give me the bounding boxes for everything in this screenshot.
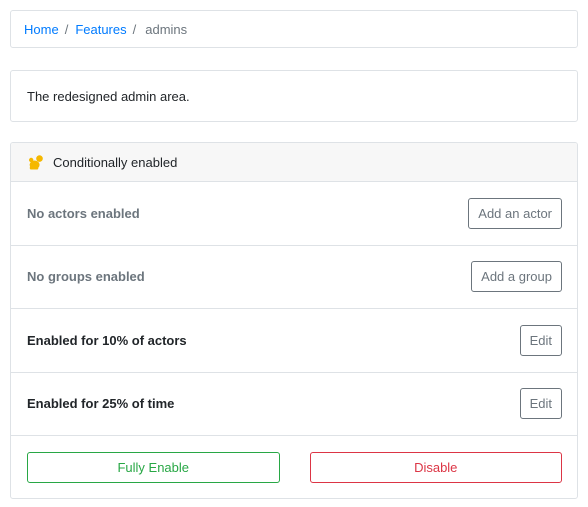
breadcrumb-features-link[interactable]: Features	[75, 22, 126, 37]
gate-actions: Fully Enable Disable	[11, 436, 577, 498]
edit-percentage-of-actors-button[interactable]: Edit	[519, 324, 562, 356]
gates-card-header: Conditionally enabled	[11, 143, 577, 182]
percentage-of-time-row: Enabled for 25% of time Edit	[11, 373, 577, 436]
feature-description: The redesigned admin area.	[27, 88, 190, 104]
breadcrumb-current: admins	[145, 21, 188, 37]
gates-card: Conditionally enabled No actors enabled …	[10, 142, 578, 499]
add-group-button[interactable]: Add a group	[471, 261, 562, 293]
breadcrumb-separator: /	[132, 21, 137, 37]
edit-percentage-of-time-button[interactable]: Edit	[519, 388, 562, 420]
gate-status-title: Conditionally enabled	[53, 154, 178, 170]
disable-button[interactable]: Disable	[309, 452, 562, 483]
groups-row: No groups enabled Add a group	[11, 246, 577, 309]
groups-status-label: No groups enabled	[27, 269, 145, 285]
actors-status-label: No actors enabled	[27, 205, 140, 221]
percentage-of-actors-row: Enabled for 10% of actors Edit	[11, 309, 577, 373]
page: Home / Features / admins The redesigned …	[0, 0, 588, 507]
percentage-of-actors-label: Enabled for 10% of actors	[27, 332, 187, 348]
fully-enable-button[interactable]: Fully Enable	[27, 452, 280, 483]
add-actor-button[interactable]: Add an actor	[468, 197, 562, 229]
breadcrumb: Home / Features / admins	[10, 10, 578, 48]
feature-description-card: The redesigned admin area.	[10, 70, 578, 122]
breadcrumb-separator: /	[64, 21, 69, 37]
breadcrumb-home-link[interactable]: Home	[24, 22, 59, 37]
squirrel-icon	[27, 153, 45, 171]
percentage-of-time-label: Enabled for 25% of time	[27, 396, 175, 412]
actors-row: No actors enabled Add an actor	[11, 182, 577, 246]
